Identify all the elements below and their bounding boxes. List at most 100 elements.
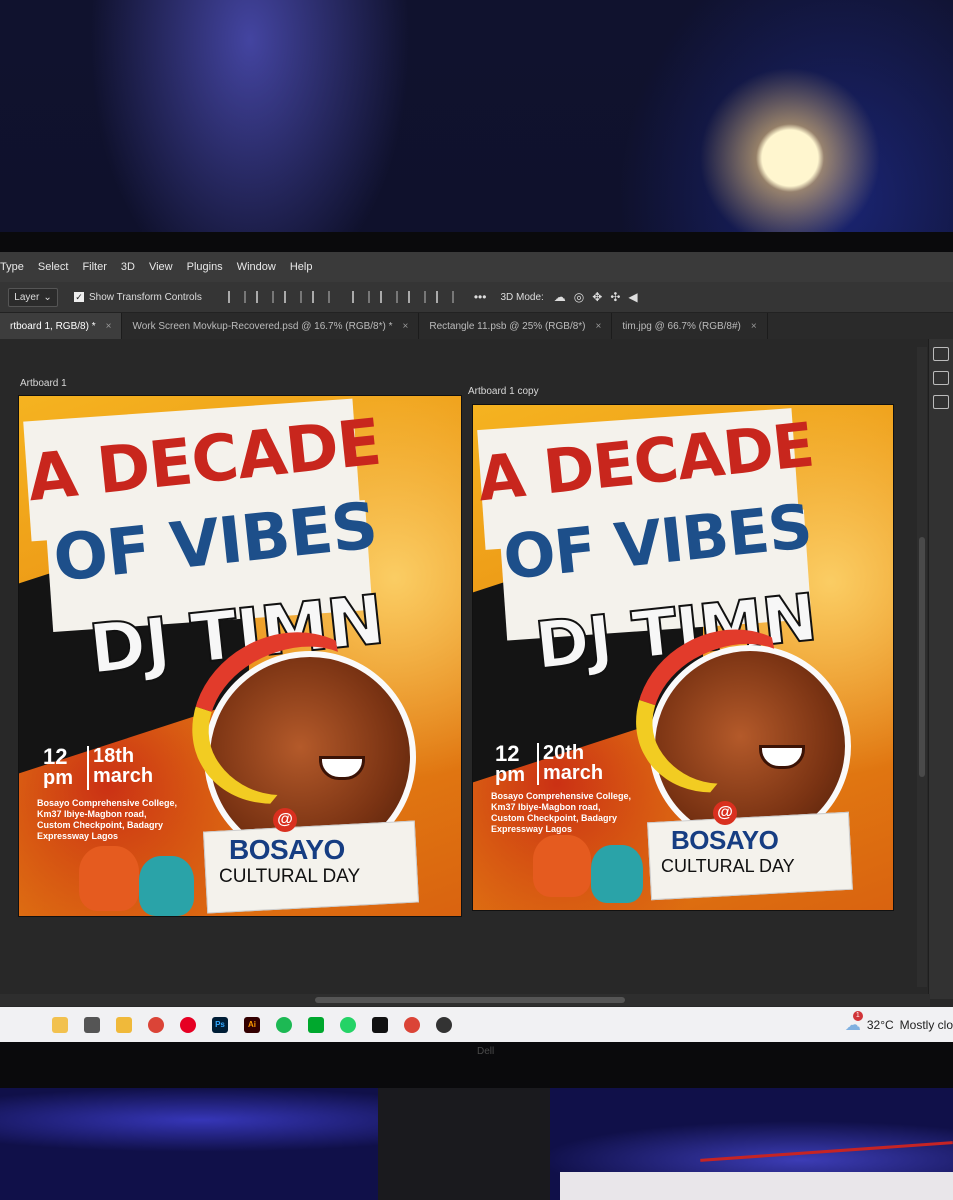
event-date: 18th march bbox=[93, 746, 153, 786]
artboard-label[interactable]: Artboard 1 bbox=[20, 378, 67, 389]
photoshop-icon[interactable]: Ps bbox=[212, 1016, 228, 1033]
bosayo-text: BOSAYO bbox=[229, 834, 345, 865]
venue-line: Km37 Ibiye-Magbon road, bbox=[491, 802, 601, 812]
tab-label: tim.jpg @ 66.7% (RGB/8#) bbox=[622, 320, 741, 332]
date-divider bbox=[537, 743, 539, 785]
scroll-thumb[interactable] bbox=[315, 997, 625, 1003]
time-number: 12 bbox=[43, 744, 68, 769]
vertical-scrollbar[interactable] bbox=[917, 347, 927, 987]
scroll-thumb[interactable] bbox=[919, 537, 925, 777]
at-badge: @ bbox=[273, 808, 297, 832]
artboard-1-poster[interactable]: A DECADE OF VIBES DJ TIMN 12 pm 18th mar… bbox=[18, 395, 462, 917]
show-transform-label: Show Transform Controls bbox=[89, 291, 202, 303]
venue-line: Expressway Lagos bbox=[491, 824, 573, 834]
align-bottom-icon[interactable] bbox=[407, 291, 426, 303]
menu-plugins[interactable]: Plugins bbox=[187, 261, 223, 273]
chrome-icon[interactable] bbox=[404, 1016, 420, 1033]
distribute-icon[interactable] bbox=[311, 291, 330, 303]
menu-help[interactable]: Help bbox=[290, 261, 313, 273]
windows-taskbar: Ps Ai ☁ 1 32°C Mostly clo bbox=[0, 1007, 953, 1042]
swatches-panel-icon[interactable] bbox=[933, 395, 949, 409]
tab-label: rtboard 1, RGB/8) * bbox=[10, 320, 96, 332]
file-explorer-icon[interactable] bbox=[116, 1016, 132, 1033]
tab-work-screen-mockup[interactable]: Work Screen Movkup-Recovered.psd @ 16.7%… bbox=[122, 313, 420, 339]
tab-rectangle-11[interactable]: Rectangle 11.psb @ 25% (RGB/8*) × bbox=[419, 313, 613, 339]
menu-type[interactable]: Type bbox=[0, 261, 24, 273]
align-center-icon[interactable] bbox=[255, 291, 274, 303]
system-tray: ☁ 1 32°C Mostly clo bbox=[845, 1007, 953, 1042]
copilot-icon[interactable] bbox=[52, 1016, 68, 1033]
date-day: 18th bbox=[93, 745, 135, 767]
weather-icon[interactable]: ☁ 1 bbox=[845, 1010, 863, 1035]
show-transform-checkbox[interactable]: ✓ bbox=[74, 292, 84, 302]
event-time: 12 pm bbox=[495, 741, 525, 786]
slide-3d-icon[interactable]: ✣ bbox=[610, 290, 620, 304]
layer-select-value: Layer bbox=[14, 291, 40, 303]
monitor-brand: Dell bbox=[477, 1046, 495, 1057]
spotify-icon[interactable] bbox=[276, 1016, 292, 1033]
menu-window[interactable]: Window bbox=[237, 261, 276, 273]
time-unit: pm bbox=[43, 767, 73, 789]
menu-filter[interactable]: Filter bbox=[82, 261, 106, 273]
camera-3d-icon[interactable]: ◀ bbox=[628, 290, 637, 304]
capcut-icon[interactable] bbox=[372, 1016, 388, 1033]
tab-artboard-1[interactable]: rtboard 1, RGB/8) * × bbox=[0, 313, 123, 339]
tab-label: Work Screen Movkup-Recovered.psd @ 16.7%… bbox=[132, 320, 393, 332]
bosayo-text: BOSAYO bbox=[671, 825, 779, 855]
artboard-label[interactable]: Artboard 1 copy bbox=[468, 386, 539, 397]
artboard-1-copy-poster[interactable]: A DECADE OF VIBES DJ TIMN 12 pm 20th mar… bbox=[472, 404, 894, 911]
menu-select[interactable]: Select bbox=[38, 261, 69, 273]
drum-illustration bbox=[591, 845, 643, 903]
venue-address: Bosayo Comprehensive College, Km37 Ibiye… bbox=[37, 798, 177, 842]
snipping-icon[interactable] bbox=[436, 1016, 452, 1033]
horizontal-scrollbar[interactable] bbox=[0, 994, 930, 1006]
orbit-3d-icon[interactable]: ☁ bbox=[554, 290, 566, 304]
roll-3d-icon[interactable]: ◎ bbox=[574, 290, 584, 304]
date-month: march bbox=[93, 765, 154, 787]
more-options-button[interactable]: ••• bbox=[474, 290, 487, 304]
time-number: 12 bbox=[495, 741, 520, 766]
distribute-vertical-icon[interactable] bbox=[435, 291, 454, 303]
task-view-icon[interactable] bbox=[84, 1016, 100, 1033]
venue-line: Km37 Ibiye-Magbon road, bbox=[37, 809, 147, 819]
pinterest-icon[interactable] bbox=[180, 1016, 196, 1033]
cultural-day-text: CULTURAL DAY bbox=[661, 856, 795, 876]
evernote-icon[interactable] bbox=[308, 1016, 324, 1033]
event-date: 20th march bbox=[543, 743, 603, 783]
chrome-icon[interactable] bbox=[148, 1016, 164, 1033]
tab-tim-jpg[interactable]: tim.jpg @ 66.7% (RGB/8#) × bbox=[612, 313, 768, 339]
3d-mode-label: 3D Mode: bbox=[500, 291, 544, 303]
align-middle-icon[interactable] bbox=[379, 291, 398, 303]
auto-select-dropdown[interactable]: Layer ⌄ bbox=[8, 287, 58, 307]
menu-bar: Type Select Filter 3D View Plugins Windo… bbox=[0, 252, 953, 282]
menu-view[interactable]: View bbox=[149, 261, 173, 273]
venue-line: Custom Checkpoint, Badagry bbox=[37, 820, 164, 830]
photoshop-window: Type Select Filter 3D View Plugins Windo… bbox=[0, 252, 953, 1042]
date-month: march bbox=[543, 762, 604, 784]
close-icon[interactable]: × bbox=[403, 321, 409, 332]
weather-temp[interactable]: 32°C bbox=[867, 1018, 894, 1032]
pan-3d-icon[interactable]: ✥ bbox=[592, 290, 602, 304]
close-icon[interactable]: × bbox=[596, 321, 602, 332]
whatsapp-icon[interactable] bbox=[340, 1016, 356, 1033]
date-day: 20th bbox=[543, 742, 585, 764]
menu-3d[interactable]: 3D bbox=[121, 261, 135, 273]
weather-text[interactable]: Mostly clo bbox=[900, 1018, 953, 1032]
document-tabs: rtboard 1, RGB/8) * × Work Screen Movkup… bbox=[0, 313, 953, 339]
color-panel-icon[interactable] bbox=[933, 371, 949, 385]
close-icon[interactable]: × bbox=[106, 321, 112, 332]
align-left-icon[interactable] bbox=[227, 291, 246, 303]
desk-surface bbox=[560, 1172, 953, 1200]
close-icon[interactable]: × bbox=[751, 321, 757, 332]
drum-illustration bbox=[79, 846, 139, 911]
align-right-icon[interactable] bbox=[283, 291, 302, 303]
align-top-icon[interactable] bbox=[351, 291, 370, 303]
history-panel-icon[interactable] bbox=[933, 347, 949, 361]
drum-illustration bbox=[139, 856, 194, 916]
tab-label: Rectangle 11.psb @ 25% (RGB/8*) bbox=[429, 320, 586, 332]
date-divider bbox=[87, 746, 89, 790]
options-bar: Layer ⌄ ✓ Show Transform Controls ••• 3D… bbox=[0, 282, 953, 313]
venue-line: Bosayo Comprehensive College, bbox=[37, 798, 178, 808]
at-badge: @ bbox=[713, 801, 737, 825]
illustrator-icon[interactable]: Ai bbox=[244, 1016, 260, 1033]
